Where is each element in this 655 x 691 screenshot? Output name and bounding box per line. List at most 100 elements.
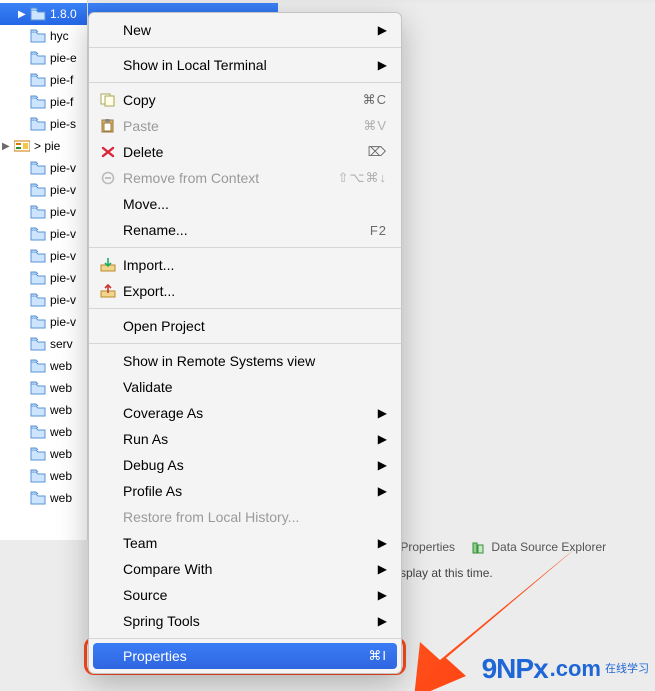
tree-item-label: pie-e [50, 51, 77, 65]
tree-item-label: pie-v [50, 227, 76, 241]
tree-item[interactable]: pie-f [0, 69, 87, 91]
menu-item-label: Delete [123, 144, 360, 160]
tree-item[interactable]: pie-v [0, 289, 87, 311]
tree-item-label: pie-f [50, 95, 73, 109]
tree-item-label: pie-s [50, 117, 76, 131]
tree-item[interactable]: pie-f [0, 91, 87, 113]
tree-item-label: pie-v [50, 161, 76, 175]
menu-item-properties[interactable]: Properties⌘I [93, 643, 397, 669]
panel-status-text: splay at this time. [400, 566, 493, 580]
menu-item-shortcut: F2 [370, 223, 387, 238]
menu-item-label: Run As [123, 431, 370, 447]
menu-item-spring-tools[interactable]: Spring Tools▶ [89, 608, 401, 634]
disclosure-arrow-icon[interactable]: ▶ [18, 9, 30, 20]
chevron-right-icon: ▶ [378, 562, 387, 576]
menu-item-label: Properties [123, 648, 360, 664]
folder-icon [30, 183, 46, 197]
menu-item-run-as[interactable]: Run As▶ [89, 426, 401, 452]
menu-item-shortcut: ⇧⌥⌘↓ [338, 170, 387, 186]
menu-item-delete[interactable]: Delete ⌦ [89, 139, 401, 165]
menu-item-show-in-remote-systems-view[interactable]: Show in Remote Systems view [89, 348, 401, 374]
menu-item-label: Rename... [123, 222, 362, 238]
blank-icon [99, 431, 117, 447]
menu-item-validate[interactable]: Validate [89, 374, 401, 400]
menu-item-show-in-local-terminal[interactable]: Show in Local Terminal▶ [89, 52, 401, 78]
menu-item-remove-from-context: Remove from Context ⇧⌥⌘↓ [89, 165, 401, 191]
tree-item[interactable]: serv [0, 333, 87, 355]
menu-item-rename[interactable]: Rename... F2 [89, 217, 401, 243]
export-icon [99, 283, 117, 299]
tree-item[interactable]: hyc [0, 25, 87, 47]
menu-item-label: Profile As [123, 483, 370, 499]
menu-item-move[interactable]: Move... [89, 191, 401, 217]
context-menu[interactable]: New▶Show in Local Terminal▶Copy⌘CPaste⌘V… [88, 12, 402, 674]
tree-item[interactable]: pie-s [0, 113, 87, 135]
tree-item[interactable]: pie-v [0, 311, 87, 333]
blank-icon [99, 509, 117, 525]
tree-item[interactable]: pie-v [0, 267, 87, 289]
menu-item-copy[interactable]: Copy⌘C [89, 87, 401, 113]
menu-item-restore-from-local-history: Restore from Local History... [89, 504, 401, 530]
menu-item-label: New [123, 22, 370, 38]
folder-icon [30, 293, 46, 307]
folder-icon [30, 469, 46, 483]
tree-item[interactable]: pie-v [0, 201, 87, 223]
menu-item-profile-as[interactable]: Profile As ▶ [89, 478, 401, 504]
menu-item-source[interactable]: Source▶ [89, 582, 401, 608]
tab-data-source-explorer[interactable]: Data Source Explorer [467, 538, 610, 556]
menu-item-coverage-as[interactable]: Coverage As▶ [89, 400, 401, 426]
copy-icon [99, 92, 117, 108]
menu-item-paste: Paste⌘V [89, 113, 401, 139]
watermark-cn: 在线学习 [605, 663, 649, 675]
chevron-right-icon: ▶ [378, 484, 387, 498]
folder-icon [30, 359, 46, 373]
menu-item-compare-with[interactable]: Compare With▶ [89, 556, 401, 582]
tree-item[interactable]: web [0, 487, 87, 509]
tree-item[interactable]: web [0, 443, 87, 465]
menu-item-label: Restore from Local History... [123, 509, 387, 525]
menu-item-import[interactable]: Import... [89, 252, 401, 278]
tree-item-label: 1.8.0 [50, 7, 77, 21]
tree-item[interactable]: ▶ > pie [0, 135, 87, 157]
tree-item[interactable]: ▶ 1.8.0 [0, 3, 87, 25]
chevron-right-icon: ▶ [378, 23, 387, 37]
tree-item[interactable]: web [0, 465, 87, 487]
menu-item-team[interactable]: Team▶ [89, 530, 401, 556]
remove-context-icon [99, 170, 117, 186]
view-tabs[interactable]: Properties Data Source Explorer [376, 538, 610, 556]
tree-item-label: > pie [34, 139, 60, 153]
menu-item-debug-as[interactable]: Debug As▶ [89, 452, 401, 478]
menu-item-label: Remove from Context [123, 170, 330, 186]
tree-item[interactable]: pie-v [0, 157, 87, 179]
menu-item-label: Copy [123, 92, 355, 108]
folder-icon [30, 117, 46, 131]
package-icon [14, 139, 30, 153]
blank-icon [99, 648, 117, 664]
tree-item-label: pie-f [50, 73, 73, 87]
tree-item-label: web [50, 447, 72, 461]
chevron-right-icon: ▶ [378, 458, 387, 472]
blank-icon [99, 457, 117, 473]
watermark-dotcom: .com [550, 656, 601, 682]
blank-icon [99, 483, 117, 499]
tree-item[interactable]: pie-v [0, 223, 87, 245]
tree-item[interactable]: web [0, 399, 87, 421]
tree-item-label: web [50, 469, 72, 483]
disclosure-arrow-icon[interactable]: ▶ [2, 141, 14, 152]
chevron-right-icon: ▶ [378, 58, 387, 72]
blank-icon [99, 222, 117, 238]
tree-item-label: hyc [50, 29, 69, 43]
tree-item[interactable]: web [0, 421, 87, 443]
tree-item[interactable]: pie-v [0, 245, 87, 267]
tree-item[interactable]: pie-v [0, 179, 87, 201]
watermark-brand: 9NPx [482, 653, 548, 684]
tree-item[interactable]: pie-e [0, 47, 87, 69]
menu-item-export[interactable]: Export... [89, 278, 401, 304]
menu-item-new[interactable]: New ▶ [89, 17, 401, 43]
menu-item-open-project[interactable]: Open Project [89, 313, 401, 339]
blank-icon [99, 405, 117, 421]
project-tree[interactable]: ▶ 1.8.0 hyc pie-e pie-f pie-f pie-s ▶ > pie pie-v… [0, 0, 88, 540]
menu-item-shortcut: ⌦ [368, 144, 387, 160]
tree-item[interactable]: web [0, 377, 87, 399]
tree-item[interactable]: web [0, 355, 87, 377]
